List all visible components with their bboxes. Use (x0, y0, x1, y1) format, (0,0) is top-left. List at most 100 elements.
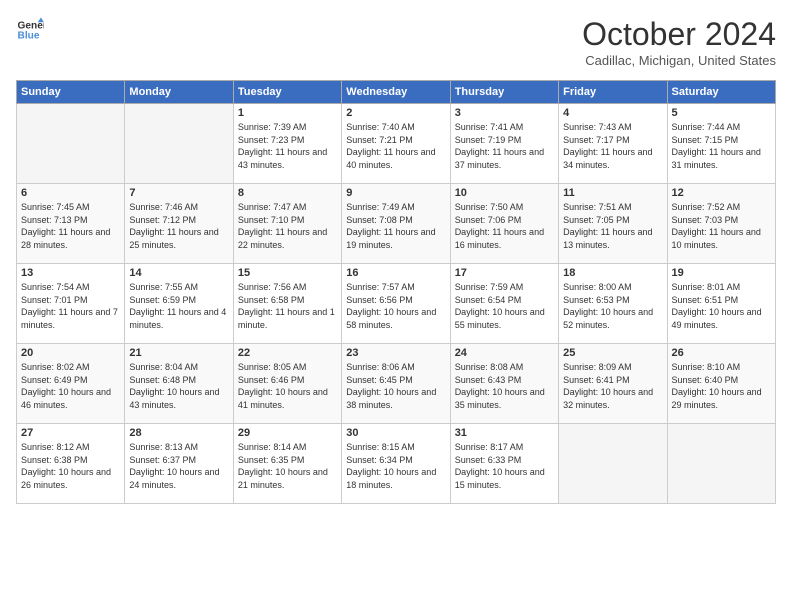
calendar-cell: 26Sunrise: 8:10 AM Sunset: 6:40 PM Dayli… (667, 344, 775, 424)
calendar-cell: 21 Sunrise: 8:04 AM Sunset: 6:48 PM Dayli… (125, 344, 233, 424)
day-info: Sunrise: 8:08 AM Sunset: 6:43 PM Dayligh… (455, 361, 554, 411)
day-info: Sunrise: 7:59 AM Sunset: 6:54 PM Dayligh… (455, 281, 554, 331)
day-number: 7 (129, 187, 228, 199)
day-info: Sunrise: 8:13 AM Sunset: 6:37 PM Dayligh… (129, 441, 228, 491)
calendar-cell: 28 Sunrise: 8:13 AM Sunset: 6:37 PM Dayli… (125, 424, 233, 504)
calendar-cell: 5 Sunrise: 7:44 AM Sunset: 7:15 PM Daylig… (667, 104, 775, 184)
day-info: Sunrise: 8:06 AM Sunset: 6:45 PM Dayligh… (346, 361, 445, 411)
logo: General Blue (16, 16, 44, 44)
calendar-cell (559, 424, 667, 504)
day-number: 21 (129, 347, 228, 359)
day-info: Sunrise: 7:39 AM Sunset: 7:23 PM Dayligh… (238, 121, 337, 171)
week-row-5: 27Sunrise: 8:12 AM Sunset: 6:38 PM Dayli… (17, 424, 776, 504)
calendar-cell (17, 104, 125, 184)
day-info: Sunrise: 8:02 AM Sunset: 6:49 PM Dayligh… (21, 361, 120, 411)
day-info: Sunrise: 7:54 AM Sunset: 7:01 PM Dayligh… (21, 281, 120, 331)
day-number: 23 (346, 347, 445, 359)
calendar-cell: 20 Sunrise: 8:02 AM Sunset: 6:49 PM Dayli… (17, 344, 125, 424)
calendar-cell: 19 Sunrise: 8:01 AM Sunset: 6:51 PM Dayli… (667, 264, 775, 344)
day-number: 8 (238, 187, 337, 199)
calendar-cell: 29 Sunrise: 8:14 AM Sunset: 6:35 PM Dayli… (233, 424, 341, 504)
calendar-cell: 12 Sunrise: 7:52 AM Sunset: 7:03 PM Dayli… (667, 184, 775, 264)
day-number: 6 (21, 187, 120, 199)
calendar-cell: 30Sunrise: 8:15 AM Sunset: 6:34 PM Dayli… (342, 424, 450, 504)
day-info: Sunrise: 7:46 AM Sunset: 7:12 PM Dayligh… (129, 201, 228, 251)
day-info: Sunrise: 7:49 AM Sunset: 7:08 PM Dayligh… (346, 201, 445, 251)
day-number: 28 (129, 427, 228, 439)
day-info: Sunrise: 8:04 AM Sunset: 6:48 PM Dayligh… (129, 361, 228, 411)
day-info: Sunrise: 8:14 AM Sunset: 6:35 PM Dayligh… (238, 441, 337, 491)
calendar-cell: 13 Sunrise: 7:54 AM Sunset: 7:01 PM Dayli… (17, 264, 125, 344)
title-block: October 2024 Cadillac, Michigan, United … (582, 16, 776, 68)
week-row-3: 13 Sunrise: 7:54 AM Sunset: 7:01 PM Dayli… (17, 264, 776, 344)
day-info: Sunrise: 7:52 AM Sunset: 7:03 PM Dayligh… (672, 201, 771, 251)
day-number: 12 (672, 187, 771, 199)
day-info: Sunrise: 7:41 AM Sunset: 7:19 PM Dayligh… (455, 121, 554, 171)
calendar-cell: 14 Sunrise: 7:55 AM Sunset: 6:59 PM Dayli… (125, 264, 233, 344)
day-number: 10 (455, 187, 554, 199)
calendar-cell: 17 Sunrise: 7:59 AM Sunset: 6:54 PM Dayli… (450, 264, 558, 344)
day-info: Sunrise: 7:40 AM Sunset: 7:21 PM Dayligh… (346, 121, 445, 171)
calendar-cell: 8Sunrise: 7:47 AM Sunset: 7:10 PM Daylig… (233, 184, 341, 264)
day-number: 11 (563, 187, 662, 199)
week-row-2: 6 Sunrise: 7:45 AM Sunset: 7:13 PM Daylig… (17, 184, 776, 264)
day-info: Sunrise: 8:10 AM Sunset: 6:40 PM Dayligh… (672, 361, 771, 411)
day-info: Sunrise: 8:17 AM Sunset: 6:33 PM Dayligh… (455, 441, 554, 491)
day-number: 1 (238, 107, 337, 119)
month-title: October 2024 (582, 16, 776, 53)
days-header-row: SundayMondayTuesdayWednesdayThursdayFrid… (17, 81, 776, 104)
week-row-4: 20 Sunrise: 8:02 AM Sunset: 6:49 PM Dayli… (17, 344, 776, 424)
day-info: Sunrise: 7:44 AM Sunset: 7:15 PM Dayligh… (672, 121, 771, 171)
day-number: 24 (455, 347, 554, 359)
calendar-cell: 10Sunrise: 7:50 AM Sunset: 7:06 PM Dayli… (450, 184, 558, 264)
day-number: 20 (21, 347, 120, 359)
day-info: Sunrise: 8:05 AM Sunset: 6:46 PM Dayligh… (238, 361, 337, 411)
calendar-cell: 9 Sunrise: 7:49 AM Sunset: 7:08 PM Daylig… (342, 184, 450, 264)
calendar-cell: 23 Sunrise: 8:06 AM Sunset: 6:45 PM Dayli… (342, 344, 450, 424)
calendar-cell: 15Sunrise: 7:56 AM Sunset: 6:58 PM Dayli… (233, 264, 341, 344)
calendar-cell: 11 Sunrise: 7:51 AM Sunset: 7:05 PM Dayli… (559, 184, 667, 264)
day-number: 19 (672, 267, 771, 279)
svg-text:Blue: Blue (18, 31, 40, 42)
day-info: Sunrise: 7:45 AM Sunset: 7:13 PM Dayligh… (21, 201, 120, 251)
day-number: 16 (346, 267, 445, 279)
calendar-cell: 24 Sunrise: 8:08 AM Sunset: 6:43 PM Dayli… (450, 344, 558, 424)
day-info: Sunrise: 7:55 AM Sunset: 6:59 PM Dayligh… (129, 281, 228, 331)
day-number: 2 (346, 107, 445, 119)
day-number: 30 (346, 427, 445, 439)
day-number: 14 (129, 267, 228, 279)
location: Cadillac, Michigan, United States (582, 53, 776, 68)
calendar-cell: 25Sunrise: 8:09 AM Sunset: 6:41 PM Dayli… (559, 344, 667, 424)
day-info: Sunrise: 7:51 AM Sunset: 7:05 PM Dayligh… (563, 201, 662, 251)
day-number: 5 (672, 107, 771, 119)
day-number: 18 (563, 267, 662, 279)
calendar-cell: 4Sunrise: 7:43 AM Sunset: 7:17 PM Daylig… (559, 104, 667, 184)
calendar-cell: 2 Sunrise: 7:40 AM Sunset: 7:21 PM Daylig… (342, 104, 450, 184)
calendar-cell: 16Sunrise: 7:57 AM Sunset: 6:56 PM Dayli… (342, 264, 450, 344)
day-number: 29 (238, 427, 337, 439)
calendar-cell: 18 Sunrise: 8:00 AM Sunset: 6:53 PM Dayli… (559, 264, 667, 344)
week-row-1: 1 Sunrise: 7:39 AM Sunset: 7:23 PM Daylig… (17, 104, 776, 184)
calendar-cell: 22 Sunrise: 8:05 AM Sunset: 6:46 PM Dayli… (233, 344, 341, 424)
day-header-thursday: Thursday (450, 81, 558, 104)
day-header-friday: Friday (559, 81, 667, 104)
day-number: 9 (346, 187, 445, 199)
day-number: 27 (21, 427, 120, 439)
day-number: 22 (238, 347, 337, 359)
day-number: 17 (455, 267, 554, 279)
calendar-cell (667, 424, 775, 504)
calendar-cell: 6 Sunrise: 7:45 AM Sunset: 7:13 PM Daylig… (17, 184, 125, 264)
day-header-sunday: Sunday (17, 81, 125, 104)
calendar-table: SundayMondayTuesdayWednesdayThursdayFrid… (16, 80, 776, 504)
day-number: 3 (455, 107, 554, 119)
day-number: 15 (238, 267, 337, 279)
day-header-monday: Monday (125, 81, 233, 104)
day-info: Sunrise: 7:43 AM Sunset: 7:17 PM Dayligh… (563, 121, 662, 171)
day-info: Sunrise: 8:09 AM Sunset: 6:41 PM Dayligh… (563, 361, 662, 411)
day-info: Sunrise: 8:00 AM Sunset: 6:53 PM Dayligh… (563, 281, 662, 331)
day-header-saturday: Saturday (667, 81, 775, 104)
day-info: Sunrise: 8:01 AM Sunset: 6:51 PM Dayligh… (672, 281, 771, 331)
day-header-tuesday: Tuesday (233, 81, 341, 104)
day-number: 31 (455, 427, 554, 439)
day-number: 13 (21, 267, 120, 279)
